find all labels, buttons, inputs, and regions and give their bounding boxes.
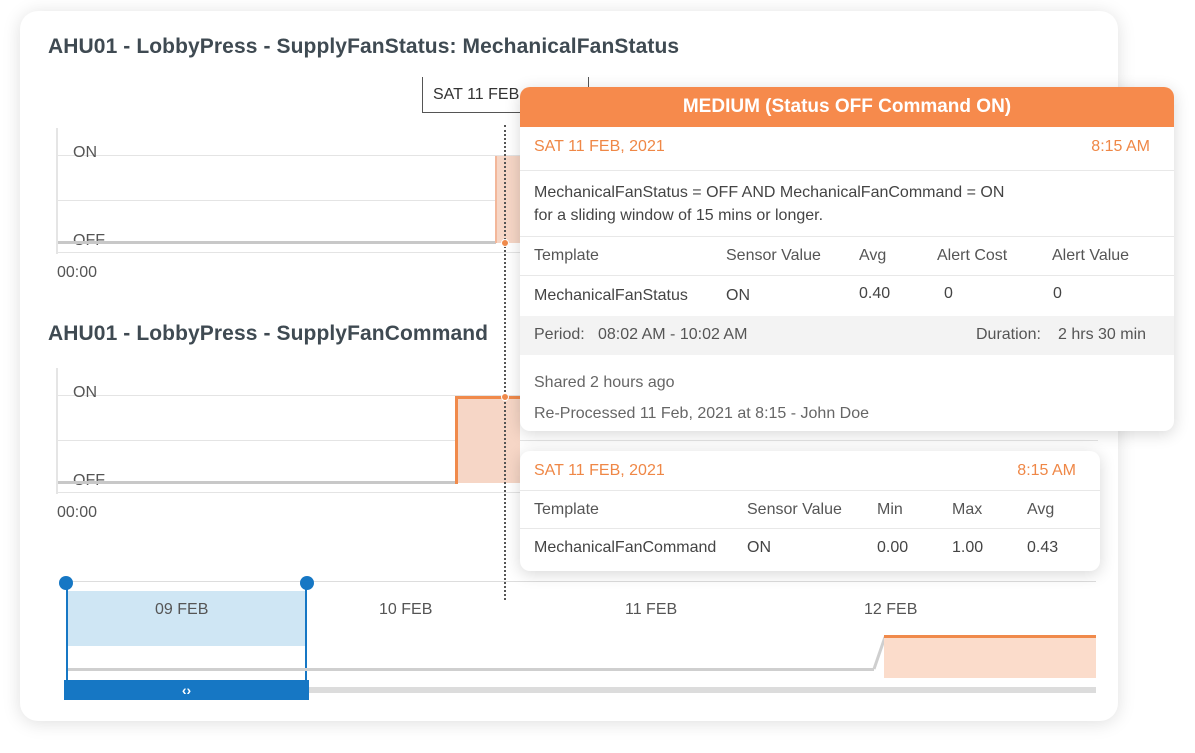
chart2-x-start: 00:00 [57,504,98,521]
drag-arrows-icon: ‹› [181,682,192,698]
cell-template: MechanicalFanCommand [534,539,717,556]
alert-reprocessed-text: Re-Processed 11 Feb, 2021 at 8:15 - John… [534,405,870,422]
period-value: 08:02 AM - 10:02 AM [598,326,748,343]
chart2-cursor-dot [501,393,509,401]
cell-alert-value: 0 [1053,285,1062,302]
chart2-series-rise [455,396,458,484]
col-avg: Avg [859,247,887,264]
cursor-date-label: SAT 11 FEB [433,86,520,103]
navigator-date-2: 10 FEB [379,601,433,618]
chart2-series-off [58,481,456,484]
col-sensor-value: Sensor Value [747,501,842,518]
cell-alert-cost: 0 [944,285,953,302]
col-sensor-value: Sensor Value [726,247,821,264]
alert-description-line1: MechanicalFanStatus = OFF AND Mechanical… [534,184,1005,201]
navigator-scroll-handle[interactable]: ‹› [64,680,309,700]
alert-meta: Shared 2 hours ago Re-Processed 11 Feb, … [520,355,1174,429]
navigator-left-handle[interactable] [59,576,73,590]
command-tooltip: SAT 11 FEB, 2021 8:15 AM Template Sensor… [520,451,1100,571]
chart2-series-on [455,396,520,399]
alert-date: SAT 11 FEB, 2021 [534,138,665,155]
table-row: MechanicalFanCommand ON 0.00 1.00 0.43 [520,529,1100,567]
col-template: Template [534,247,599,264]
cell-sensor-value: ON [747,539,771,556]
alert-period-row: Period: 08:02 AM - 10:02 AM Duration: 2 … [520,316,1174,355]
app-stage: AHU01 - LobbyPress - SupplyFanStatus: Me… [0,0,1195,753]
alert-description: MechanicalFanStatus = OFF AND Mechanical… [520,171,1174,237]
crosshair-line[interactable] [504,125,506,600]
alert-datetime-row: SAT 11 FEB, 2021 8:15 AM [520,127,1174,171]
col-template: Template [534,501,599,518]
navigator-series-on [884,635,1096,638]
navigator-selection-border [66,582,307,690]
cell-template: MechanicalFanStatus [534,287,688,304]
chart1-cursor-dot [501,239,509,247]
cell-avg: 0.40 [859,285,891,302]
duration-value: 2 hrs 30 min [1058,326,1147,343]
chart1-series-edge [495,156,497,243]
col-max: Max [952,501,983,518]
cell-avg: 0.43 [1027,539,1059,556]
command-table-header: Template Sensor Value Min Max Avg [520,491,1100,529]
navigator-date-3: 11 FEB [625,601,678,618]
col-alert-value: Alert Value [1052,247,1130,264]
alert-time: 8:15 AM [1091,138,1150,155]
col-min: Min [877,501,903,518]
navigator-date-4: 12 FEB [864,601,918,618]
cell-min: 0.00 [877,539,909,556]
col-avg: Avg [1027,501,1055,518]
chart1-alert-shade [496,156,520,243]
table-row: MechanicalFanStatus ON 0.40 0 0 [520,276,1174,316]
chart2-y-on: ON [73,384,97,401]
command-time: 8:15 AM [1017,462,1076,479]
chart2-alert-shade [457,397,520,483]
cell-sensor-value: ON [726,287,750,304]
alert-table-header: Template Sensor Value Avg Alert Cost Ale… [520,237,1174,276]
col-alert-cost: Alert Cost [937,247,1008,264]
command-date: SAT 11 FEB, 2021 [534,462,665,479]
chart1-x-start: 00:00 [57,264,98,281]
period-label: Period: [534,326,585,343]
chart1-y-on: ON [73,144,97,161]
alert-shared-text: Shared 2 hours ago [534,374,675,391]
duration-label: Duration: [976,326,1041,343]
chart1-title: AHU01 - LobbyPress - SupplyFanStatus: Me… [48,35,680,58]
navigator-alert-shade [884,636,1096,678]
alert-tooltip: MEDIUM (Status OFF Command ON) SAT 11 FE… [520,87,1174,431]
navigator-right-handle[interactable] [300,576,314,590]
chart1-series-off [58,241,496,244]
navigator-series-line [68,668,874,671]
navigator-date-1: 09 FEB [155,601,209,618]
command-datetime-row: SAT 11 FEB, 2021 8:15 AM [520,451,1100,491]
alert-severity-title: MEDIUM (Status OFF Command ON) [520,87,1174,127]
alert-description-line2: for a sliding window of 15 mins or longe… [534,207,824,224]
chart2-title: AHU01 - LobbyPress - SupplyFanCommand [48,322,489,345]
cell-max: 1.00 [952,539,984,556]
